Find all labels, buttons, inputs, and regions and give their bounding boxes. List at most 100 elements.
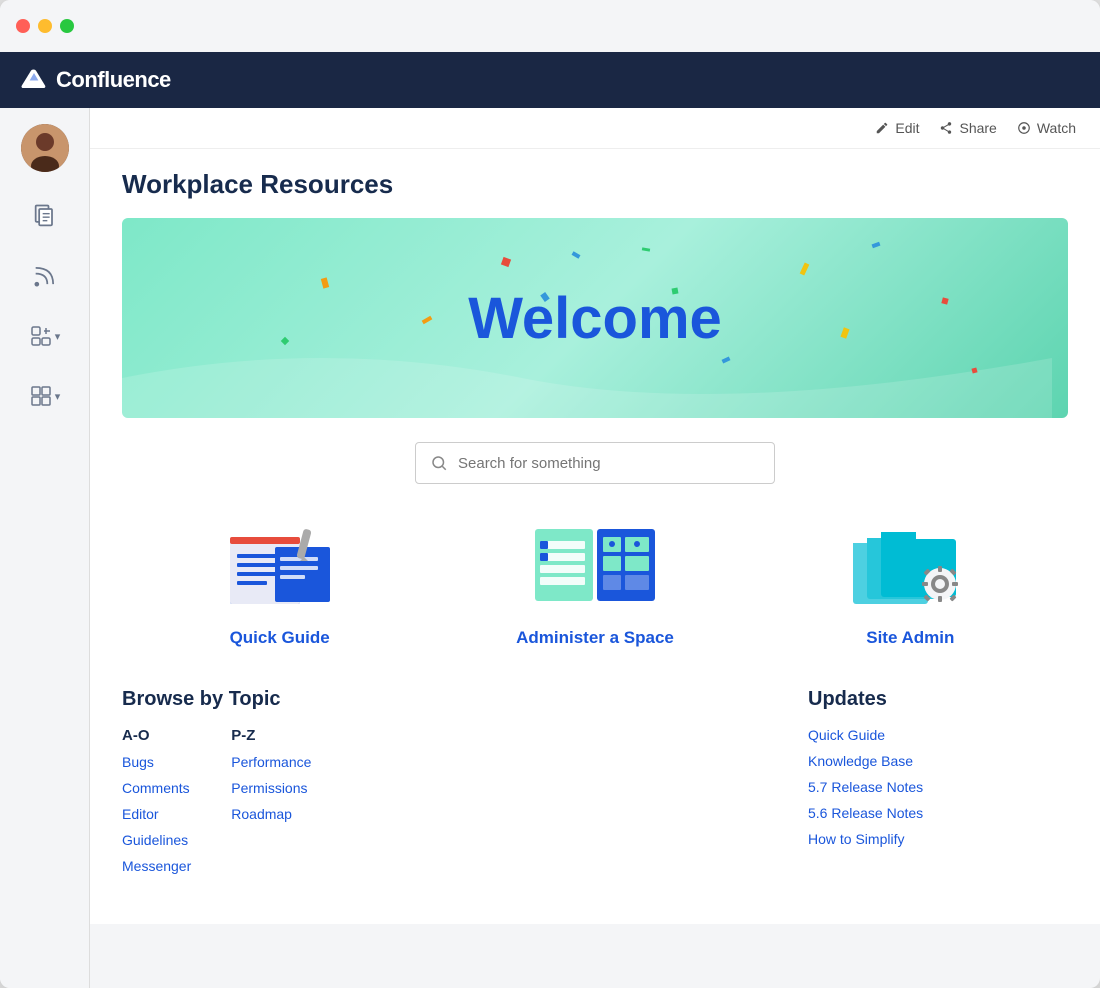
update-link-quick-guide[interactable]: Quick Guide xyxy=(808,727,885,743)
list-item: Messenger xyxy=(122,858,191,876)
update-link-knowledge-base[interactable]: Knowledge Base xyxy=(808,753,913,769)
maximize-button[interactable] xyxy=(60,19,74,33)
confetti-2 xyxy=(321,277,329,288)
spaces-icon xyxy=(29,384,53,408)
watch-button[interactable]: Watch xyxy=(1017,120,1076,136)
topic-link-performance[interactable]: Performance xyxy=(231,754,311,770)
topic-col-p-z-list: Performance Permissions Roadmap xyxy=(231,754,311,824)
card-site-admin[interactable]: Site Admin xyxy=(810,516,1010,648)
watch-icon xyxy=(1017,121,1031,135)
update-link-56-release[interactable]: 5.6 Release Notes xyxy=(808,805,923,821)
quick-guide-illustration xyxy=(215,519,345,614)
topic-link-editor[interactable]: Editor xyxy=(122,806,159,822)
pages-icon xyxy=(31,202,59,230)
share-icon xyxy=(939,121,953,135)
search-box[interactable] xyxy=(415,442,775,484)
confetti-3 xyxy=(572,251,581,258)
logo-text: Confluence xyxy=(56,67,171,93)
administer-space-label: Administer a Space xyxy=(516,628,674,648)
list-item: Knowledge Base xyxy=(808,753,1068,771)
list-item: Permissions xyxy=(231,780,311,798)
site-admin-label: Site Admin xyxy=(866,628,954,648)
list-item: Editor xyxy=(122,806,191,824)
page-body: Workplace Resources xyxy=(90,149,1100,924)
topic-col-p-z-heading: P-Z xyxy=(231,727,311,744)
confetti-1 xyxy=(501,257,511,267)
close-button[interactable] xyxy=(16,19,30,33)
quick-guide-icon xyxy=(210,516,350,616)
spaces-arrow: ▾ xyxy=(55,390,61,403)
cards-row: Quick Guide xyxy=(122,516,1068,648)
share-button[interactable]: Share xyxy=(939,120,996,136)
card-quick-guide[interactable]: Quick Guide xyxy=(180,516,380,648)
sidebar-item-pages[interactable] xyxy=(19,192,71,240)
list-item: Roadmap xyxy=(231,806,311,824)
confetti-7 xyxy=(941,297,948,304)
confetti-11 xyxy=(840,327,849,338)
list-item: 5.7 Release Notes xyxy=(808,779,1068,797)
administer-space-icon xyxy=(525,516,665,616)
edit-icon xyxy=(875,121,889,135)
shortcuts-arrow: ▾ xyxy=(55,330,61,343)
update-link-57-release[interactable]: 5.7 Release Notes xyxy=(808,779,923,795)
confluence-logo-icon xyxy=(20,66,48,94)
card-administer-space[interactable]: Administer a Space xyxy=(495,516,695,648)
sidebar: ▾ ▾ xyxy=(0,108,90,988)
topic-link-guidelines[interactable]: Guidelines xyxy=(122,832,188,848)
list-item: Guidelines xyxy=(122,832,191,850)
updates-section-title: Updates xyxy=(808,688,1068,711)
list-item: Comments xyxy=(122,780,191,798)
administer-space-illustration xyxy=(525,519,665,614)
topic-link-bugs[interactable]: Bugs xyxy=(122,754,154,770)
app-window: Confluence xyxy=(0,0,1100,988)
confetti-8 xyxy=(422,316,433,324)
topic-link-permissions[interactable]: Permissions xyxy=(231,780,307,796)
confetti-13 xyxy=(642,247,650,251)
topic-link-roadmap[interactable]: Roadmap xyxy=(231,806,292,822)
site-admin-illustration xyxy=(845,519,975,614)
welcome-banner: Welcome xyxy=(122,218,1068,418)
main-layout: ▾ ▾ Edit xyxy=(0,108,1100,988)
list-item: Bugs xyxy=(122,754,191,772)
feed-icon xyxy=(31,262,59,290)
topic-col-a-o: A-O Bugs Comments Editor Guidelines Mess… xyxy=(122,727,191,884)
logo[interactable]: Confluence xyxy=(20,66,171,94)
page-title: Workplace Resources xyxy=(122,169,1068,200)
topic-col-a-o-heading: A-O xyxy=(122,727,191,744)
topic-col-p-z: P-Z Performance Permissions Roadmap xyxy=(231,727,311,884)
topic-link-comments[interactable]: Comments xyxy=(122,780,190,796)
search-input[interactable] xyxy=(458,455,760,472)
top-navigation: Confluence xyxy=(0,52,1100,108)
site-admin-icon xyxy=(840,516,980,616)
avatar[interactable] xyxy=(21,124,69,172)
watch-label: Watch xyxy=(1037,120,1076,136)
welcome-text: Welcome xyxy=(468,285,722,352)
update-link-how-to-simplify[interactable]: How to Simplify xyxy=(808,831,904,847)
updates-list: Quick Guide Knowledge Base 5.7 Release N… xyxy=(808,727,1068,849)
action-bar: Edit Share Watch xyxy=(90,108,1100,149)
list-item: Quick Guide xyxy=(808,727,1068,745)
minimize-button[interactable] xyxy=(38,19,52,33)
main-content: Edit Share Watch Workp xyxy=(90,108,1100,988)
edit-button[interactable]: Edit xyxy=(875,120,919,136)
sidebar-item-feed[interactable] xyxy=(19,252,71,300)
browse-section-title: Browse by Topic xyxy=(122,688,768,711)
user-avatar-image xyxy=(21,124,69,172)
titlebar xyxy=(0,0,1100,52)
browse-section: Browse by Topic A-O Bugs Comments Editor… xyxy=(122,688,768,884)
confetti-6 xyxy=(872,242,881,248)
list-item: How to Simplify xyxy=(808,831,1068,849)
sidebar-item-shortcuts[interactable]: ▾ xyxy=(13,312,77,360)
topic-columns: A-O Bugs Comments Editor Guidelines Mess… xyxy=(122,727,768,884)
share-label: Share xyxy=(959,120,996,136)
search-container xyxy=(122,442,1068,484)
shortcuts-icon xyxy=(29,324,53,348)
sidebar-item-spaces[interactable]: ▾ xyxy=(13,372,77,420)
topic-col-a-o-list: Bugs Comments Editor Guidelines Messenge… xyxy=(122,754,191,876)
browse-updates-section: Browse by Topic A-O Bugs Comments Editor… xyxy=(122,688,1068,884)
list-item: Performance xyxy=(231,754,311,772)
list-item: 5.6 Release Notes xyxy=(808,805,1068,823)
confetti-5 xyxy=(800,263,810,276)
topic-link-messenger[interactable]: Messenger xyxy=(122,858,191,874)
search-icon xyxy=(430,454,448,472)
